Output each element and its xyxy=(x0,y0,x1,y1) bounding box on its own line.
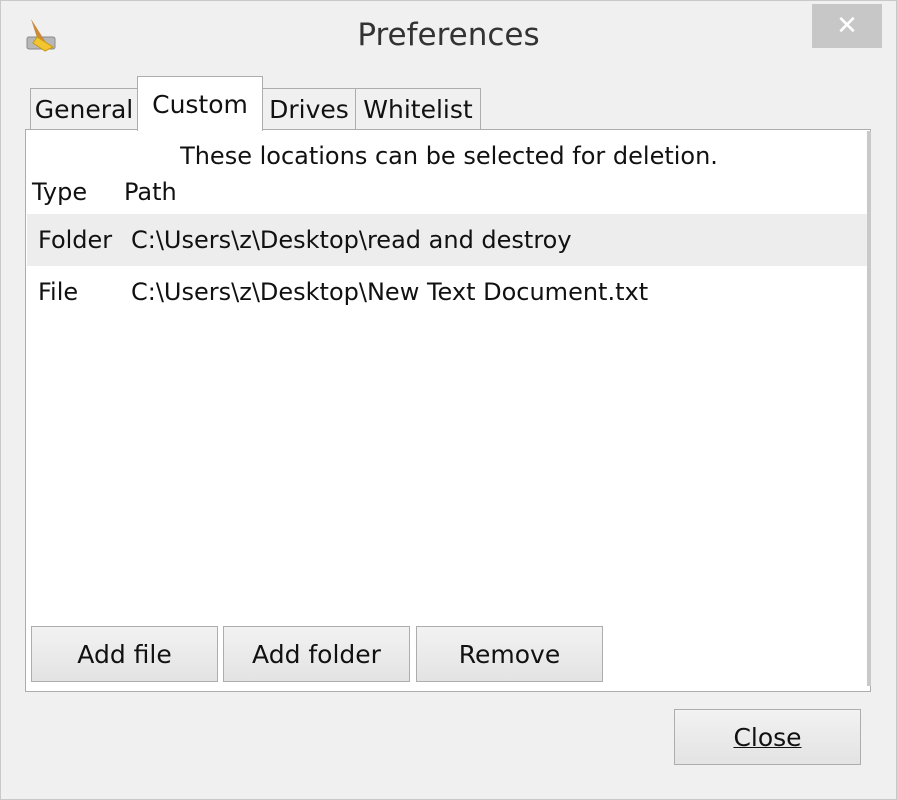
tab-label: General xyxy=(34,95,134,124)
custom-tab-panel: These locations can be selected for dele… xyxy=(25,129,871,692)
row-type: File xyxy=(38,278,79,306)
row-type: Folder xyxy=(38,226,113,254)
row-path: C:\Users\z\Desktop\New Text Document.txt xyxy=(131,278,649,306)
table-row[interactable]: File C:\Users\z\Desktop\New Text Documen… xyxy=(27,266,869,318)
tab-label: Whitelist xyxy=(363,95,473,124)
remove-button[interactable]: Remove xyxy=(416,626,603,682)
title-bar[interactable]: Preferences ✕ xyxy=(1,1,896,71)
add-folder-button[interactable]: Add folder xyxy=(223,626,410,682)
button-label: Add folder xyxy=(252,639,381,669)
window-title: Preferences xyxy=(357,17,540,53)
tab-label: Custom xyxy=(152,89,248,119)
preferences-window: Preferences ✕ General Custom Drives Whit… xyxy=(0,0,897,800)
tab-whitelist[interactable]: Whitelist xyxy=(355,88,481,130)
column-header-path[interactable]: Path xyxy=(124,178,177,206)
button-label: Remove xyxy=(458,639,561,669)
custom-notice: These locations can be selected for dele… xyxy=(180,142,718,170)
window-close-button[interactable]: ✕ xyxy=(812,4,882,48)
column-header-type[interactable]: Type xyxy=(32,178,87,206)
tab-custom[interactable]: Custom xyxy=(137,76,263,131)
button-label: Add file xyxy=(77,639,172,669)
list-scrollbar-edge[interactable] xyxy=(867,131,871,686)
add-file-button[interactable]: Add file xyxy=(31,626,218,682)
close-button[interactable]: Close xyxy=(674,709,861,765)
tab-drives[interactable]: Drives xyxy=(262,88,356,130)
tab-label: Drives xyxy=(269,95,349,124)
table-row[interactable]: Folder C:\Users\z\Desktop\read and destr… xyxy=(27,214,869,266)
close-icon: ✕ xyxy=(836,11,858,41)
row-path: C:\Users\z\Desktop\read and destroy xyxy=(131,226,572,254)
tab-general[interactable]: General xyxy=(30,88,138,130)
button-label: Close xyxy=(733,722,802,752)
